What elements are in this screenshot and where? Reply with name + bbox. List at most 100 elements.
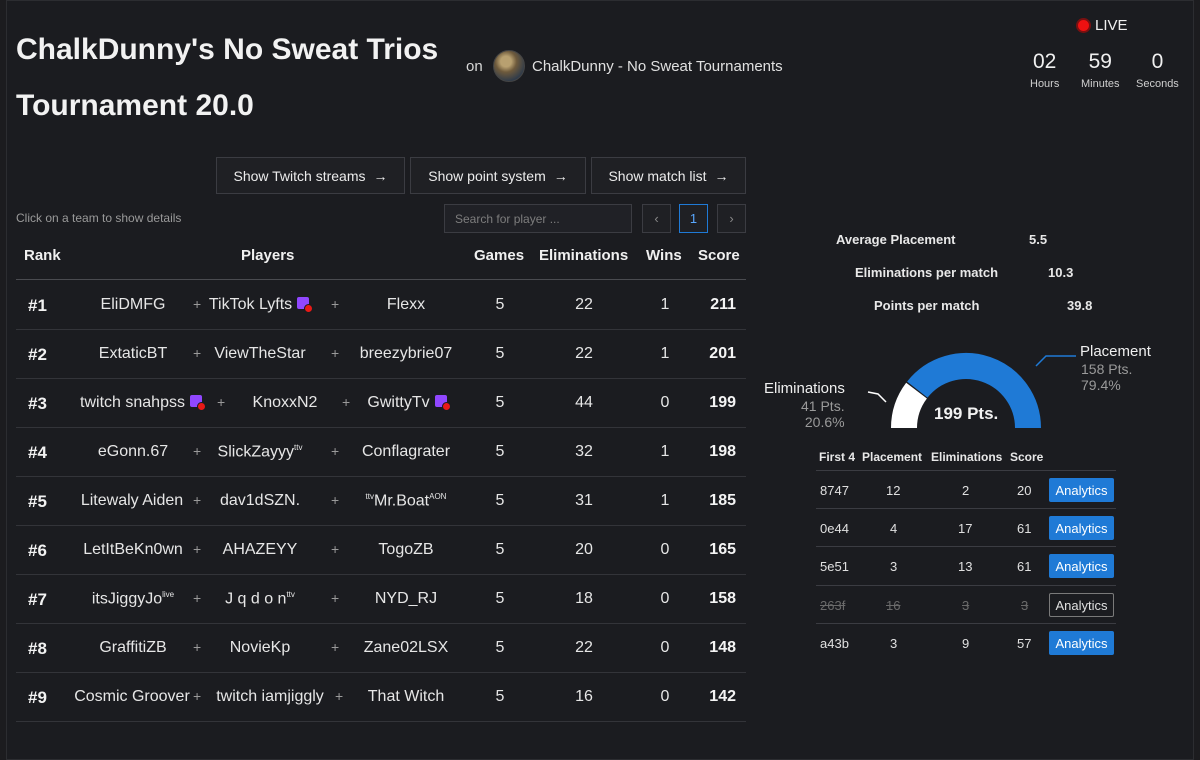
show-point-system-button[interactable]: Show point system → [410,157,586,194]
match-id: a43b [820,636,849,651]
countdown-seconds-value: 0 [1151,50,1164,73]
match-placement: 3 [890,559,898,574]
player-1: GraffitiZB [99,639,167,656]
eliminations-header[interactable]: Eliminations [539,247,628,264]
match-score-header: Score [1010,450,1044,464]
rank-cell: #5 [28,492,47,511]
player-3: Zane02LSX [363,639,449,656]
wins-cell: 0 [660,394,670,411]
player-1: twitch snahpss [72,394,212,412]
pagination-prev-button[interactable]: ‹ [642,204,671,233]
player-2: twitch iamjiggly [216,688,324,705]
team-row[interactable]: #7 itsJiggyJolive + J q d o nttv + NYD_R… [16,575,746,624]
analytics-button[interactable]: Analytics [1049,593,1114,617]
organizer-name[interactable]: ChalkDunny - No Sweat Tournaments [532,58,783,75]
analytics-button[interactable]: Analytics [1049,478,1114,502]
eliminations-legend-title: Eliminations [764,380,845,397]
match-id-header: First 4 [819,450,856,464]
match-eliminations-header: Eliminations [931,450,1003,464]
wins-cell: 1 [660,345,670,362]
team-row[interactable]: #5 Litewaly Aiden + dav1dSZN. + ttvMr.Bo… [16,477,746,526]
twitch-live-icon[interactable] [189,395,206,411]
eliminations-cell: 20 [575,541,593,558]
twitch-live-icon[interactable] [434,395,451,411]
score-cell: 201 [709,345,736,362]
rank-cell: #8 [28,639,47,658]
score-cell: 165 [709,541,736,558]
player-1: LetItBeKn0wn [83,541,183,558]
eliminations-cell: 44 [575,394,593,411]
wins-cell: 0 [660,590,670,607]
score-header[interactable]: Score [698,247,740,264]
team-row[interactable]: #3 twitch snahpss + KnoxxN2 + GwittyTv 5… [16,379,746,428]
match-eliminations: 9 [962,636,970,651]
countdown-seconds-label: Seconds [1136,78,1179,90]
rank-header[interactable]: Rank [24,247,61,264]
player-3: Conflagrater [361,443,451,460]
team-row[interactable]: #4 eGonn.67 + SlickZayyyttv + Conflagrat… [16,428,746,477]
match-eliminations: 17 [958,521,973,536]
team-row[interactable]: #8 GraffitiZB + NovieKp + Zane02LSX 5 22… [16,624,746,673]
match-score: 20 [1017,483,1032,498]
player-3: Flexx [386,296,426,313]
players-header: Players [241,247,295,264]
analytics-button[interactable]: Analytics [1049,631,1114,655]
match-eliminations: 2 [962,483,970,498]
analytics-button[interactable]: Analytics [1049,554,1114,578]
team-row[interactable]: #9 Cosmic Groover + twitch iamjiggly + T… [16,673,746,722]
player-2: NovieKp [229,639,291,656]
rank-cell: #7 [28,590,47,609]
score-cell: 148 [709,639,736,656]
games-cell: 5 [495,639,505,656]
points-per-match-value: 39.8 [1067,298,1093,313]
player-2: AHAZEYY [222,541,298,558]
eliminations-cell: 16 [575,688,593,705]
live-indicator: LIVE [1076,17,1128,34]
arrow-right-icon: → [553,167,568,184]
wins-cell: 0 [660,639,670,656]
games-header[interactable]: Games [474,247,524,264]
show-twitch-streams-button[interactable]: Show Twitch streams → [216,157,405,194]
score-cell: 185 [709,492,736,509]
placement-leader-line [1035,355,1076,367]
plus-icon: + [193,688,202,704]
organizer-avatar[interactable] [493,50,525,82]
team-row[interactable]: #2 ExtaticBT + ViewTheStar + breezybrie0… [16,330,746,379]
wins-cell: 1 [660,443,670,460]
show-match-list-button[interactable]: Show match list → [591,157,746,194]
score-cell: 142 [709,688,736,705]
match-score: 57 [1017,636,1032,651]
player-1: Litewaly Aiden [80,492,184,509]
rank-cell: #4 [28,443,47,462]
player-3: TogoZB [378,541,434,558]
placement-legend-values: 158 Pts. 79.4% [1081,361,1133,393]
twitch-live-icon[interactable] [297,297,314,313]
eliminations-cell: 22 [575,639,593,656]
wins-cell: 0 [660,541,670,558]
match-placement: 4 [890,521,898,536]
plus-icon: + [342,394,351,410]
team-row[interactable]: #6 LetItBeKn0wn + AHAZEYY + TogoZB 5 20 … [16,526,746,575]
rank-cell: #6 [28,541,47,560]
arrow-right-icon: → [373,167,388,184]
player-2: TikTok Lyfts [198,296,322,314]
team-row[interactable]: #1 EliDMFG + TikTok Lyfts + Flexx 5 22 1… [16,281,746,330]
pagination-page-1[interactable]: 1 [679,204,708,233]
elims-per-match-value: 10.3 [1048,265,1074,280]
show-point-system-label: Show point system [428,167,546,184]
page-number: 1 [689,211,698,226]
games-cell: 5 [495,492,505,509]
countdown-hours: 02 Hours [1030,50,1059,90]
avg-placement-label: Average Placement [836,232,956,247]
tournament-title: ChalkDunny's No Sweat Trios Tournament 2… [16,33,439,122]
countdown-seconds: 0 Seconds [1136,50,1179,90]
analytics-button[interactable]: Analytics [1049,516,1114,540]
points-per-match-label: Points per match [874,298,980,313]
match-eliminations: 13 [958,559,973,574]
pagination-next-button[interactable]: › [717,204,746,233]
arrow-right-icon: → [714,167,729,184]
chevron-right-icon: › [729,211,734,226]
eliminations-cell: 18 [575,590,593,607]
wins-header[interactable]: Wins [646,247,682,264]
player-search-input[interactable] [444,204,632,233]
